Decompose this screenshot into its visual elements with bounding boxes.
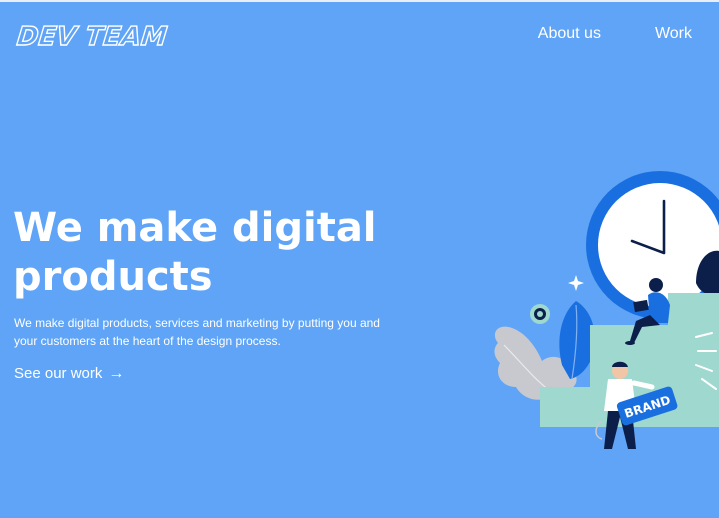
nav-about-us[interactable]: About us xyxy=(538,24,601,44)
sparkle-icon xyxy=(568,275,584,291)
hero-subtitle: We make digital products, services and m… xyxy=(14,316,380,348)
hero-title: We make digital products xyxy=(13,205,377,300)
main-nav: About us Work xyxy=(538,24,692,44)
arrow-right-icon: → xyxy=(108,364,125,382)
cta-label: See our work xyxy=(14,365,103,382)
see-our-work-link[interactable]: See our work → xyxy=(14,365,124,382)
logo[interactable]: DEV TEAM xyxy=(15,20,170,54)
nav-work[interactable]: Work xyxy=(655,24,692,44)
hero-illustration: BRAND xyxy=(494,171,719,449)
gear-icon xyxy=(530,304,550,324)
top-border xyxy=(0,0,719,2)
blue-leaf xyxy=(559,301,596,379)
